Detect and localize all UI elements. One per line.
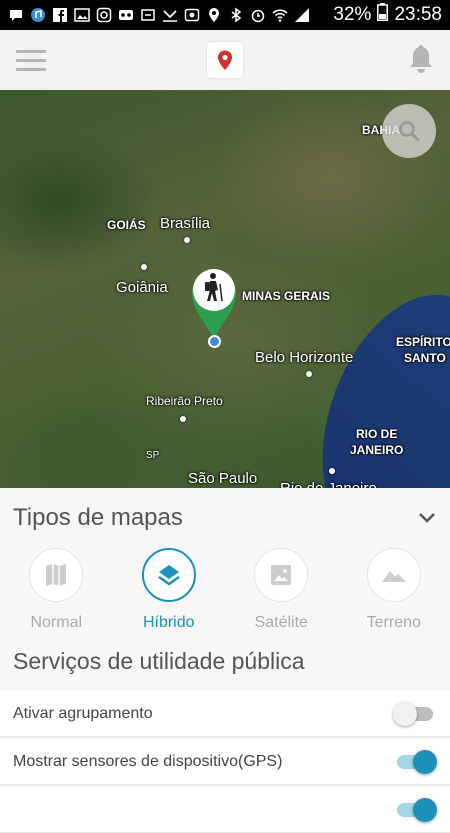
- map-types-title: Tipos de mapas: [13, 504, 183, 532]
- map-label-goias: GOIÁS: [107, 218, 146, 232]
- alarm-icon: [250, 7, 266, 23]
- hiker-icon: [186, 262, 242, 342]
- map-label-sp: SP: [146, 450, 159, 461]
- grouping-toggle[interactable]: [393, 702, 437, 726]
- setting-row-partial[interactable]: [0, 787, 450, 833]
- setting-label: Ativar agrupamento: [13, 705, 153, 723]
- notifications-button[interactable]: [406, 44, 436, 76]
- music-icon: [30, 7, 46, 23]
- map-type-satellite[interactable]: Satélite: [225, 548, 338, 632]
- city-dot: [184, 237, 190, 243]
- sync-icon: [140, 7, 156, 23]
- map-label-brasilia: Brasília: [160, 215, 210, 232]
- messenger-icon: [8, 7, 24, 23]
- hiker-pin-marker[interactable]: [186, 262, 242, 342]
- missed-call-icon: [162, 7, 178, 23]
- city-dot: [180, 416, 186, 422]
- map-label-minas-gerais: MINAS GERAIS: [242, 289, 330, 303]
- setting-label: Mostrar sensores de dispositivo(GPS): [13, 753, 282, 771]
- chevron-down-icon[interactable]: [417, 508, 437, 528]
- setting-row-grouping[interactable]: Ativar agrupamento: [0, 691, 450, 737]
- map-icon: [44, 562, 68, 588]
- map-type-terrain[interactable]: Terreno: [338, 548, 450, 632]
- map-label-goiania: Goiânia: [116, 279, 168, 296]
- map-type-label: Híbrido: [143, 614, 195, 632]
- location-icon: [206, 7, 222, 23]
- app-logo: [207, 42, 243, 78]
- wifi-icon: [272, 7, 288, 23]
- voicemail-icon: [118, 7, 134, 23]
- map-label-sao-paulo: São Paulo: [188, 470, 257, 487]
- map-type-normal[interactable]: Normal: [0, 548, 113, 632]
- search-icon: [397, 119, 421, 143]
- setting-row-gps[interactable]: Mostrar sensores de dispositivo(GPS): [0, 739, 450, 785]
- map-types-header[interactable]: Tipos de mapas: [0, 488, 450, 548]
- gallery-icon: [74, 7, 90, 23]
- map-label-ribeirao-preto: Ribeirão Preto: [146, 394, 223, 408]
- map-label-rio-de-janeiro: RIO DE: [356, 427, 397, 441]
- battery-percent: 32%: [333, 4, 371, 26]
- layers-icon: [156, 562, 182, 588]
- map-search-button[interactable]: [382, 104, 436, 158]
- map-label-belo-horizonte: Belo Horizonte: [255, 349, 353, 366]
- map-type-label: Satélite: [255, 614, 308, 632]
- partial-toggle[interactable]: [393, 798, 437, 822]
- signal-icon: [294, 7, 310, 23]
- map-label-rio-city: Rio de Janeiro: [280, 480, 377, 488]
- battery-icon: [377, 3, 388, 27]
- bluetooth-icon: [228, 7, 244, 23]
- gps-location-dot: [208, 335, 221, 348]
- status-bar: 32% 23:58: [0, 0, 450, 30]
- services-title: Serviços de utilidade pública: [13, 648, 305, 675]
- map-label-espirito-santo: SANTO: [404, 351, 446, 365]
- map-type-label: Normal: [30, 614, 82, 632]
- map-type-hybrid[interactable]: Híbrido: [113, 548, 226, 632]
- nfc-icon: [184, 7, 200, 23]
- terrain-icon: [381, 565, 407, 585]
- app-bar: [0, 30, 450, 90]
- location-pin-icon: [217, 49, 233, 71]
- city-dot: [329, 468, 335, 474]
- gps-toggle[interactable]: [393, 750, 437, 774]
- facebook-icon: [52, 7, 68, 23]
- clock: 23:58: [394, 4, 442, 26]
- map-view[interactable]: BAHIA GOIÁS Brasília Goiânia MINAS GERAI…: [0, 90, 450, 488]
- map-type-label: Terreno: [367, 614, 421, 632]
- map-types-list: Normal Híbrido Satélite: [0, 548, 450, 632]
- bell-icon: [406, 44, 436, 76]
- instagram-icon: [96, 7, 112, 23]
- menu-button[interactable]: [16, 50, 46, 72]
- map-options-panel: Tipos de mapas Normal Híbrido: [0, 488, 450, 800]
- city-dot: [141, 264, 147, 270]
- map-label-rio-de-janeiro: JANEIRO: [350, 443, 403, 457]
- map-label-espirito-santo: ESPÍRITO: [396, 335, 450, 349]
- image-icon: [269, 563, 293, 587]
- city-dot: [306, 371, 312, 377]
